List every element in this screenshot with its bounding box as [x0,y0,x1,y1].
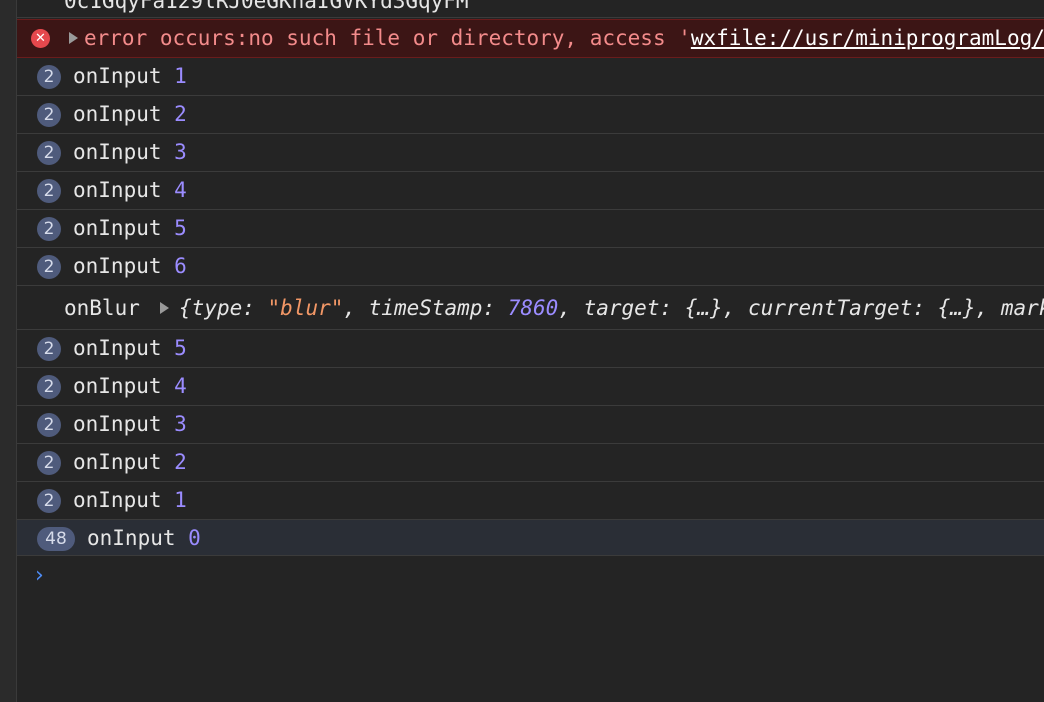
log-message: onInput 3 [73,134,187,171]
object-value-type: "blur" [267,296,344,320]
log-row: 2 onInput 3 [17,406,1044,444]
object-open-brace: { [179,296,192,320]
truncated-log-text: 0c1GqyFa129lRJ0eGKhaIGVKYd3GqyFM [64,0,469,13]
log-label: onInput [73,336,162,360]
repeat-count-badge: 2 [37,451,61,475]
log-value: 3 [174,140,187,164]
log-label: onInput [73,64,162,88]
object-value-timestamp: 7860 [507,296,559,320]
log-message: onInput 4 [73,368,187,405]
event-object-preview[interactable]: {type: "blur", timeStamp: 7860, target: … [179,286,1044,329]
log-message: onInput 2 [73,96,187,133]
log-value: 1 [174,64,187,88]
object-key-timestamp: , timeStamp: [343,296,508,320]
object-rest: , target: {…}, currentTarget: {…}, mark:… [558,296,1044,320]
log-message: onInput 1 [73,482,187,519]
expand-triangle-icon[interactable] [69,32,78,44]
repeat-count-badge: 2 [37,103,61,127]
object-key-type: type: [191,296,268,320]
left-gutter [0,0,17,702]
repeat-count-badge: 2 [37,65,61,89]
log-message: onInput 5 [73,210,187,247]
log-label: onInput [73,216,162,240]
repeat-count-badge: 2 [37,375,61,399]
log-value: 1 [174,488,187,512]
repeat-count-badge: 48 [37,527,75,551]
repeat-count-badge: 2 [37,141,61,165]
log-value: 0 [188,526,201,550]
log-label: onInput [73,450,162,474]
repeat-count-badge: 2 [37,179,61,203]
log-row-selected: 48 onInput 0 [17,519,1044,556]
log-value: 6 [174,254,187,278]
log-row: 2 onInput 5 [17,330,1044,368]
log-label: onInput [73,254,162,278]
expand-object-triangle-icon[interactable] [160,302,169,314]
log-label: onInput [73,488,162,512]
console-panel: 0c1GqyFa129lRJ0eGKhaIGVKYd3GqyFM ✕ error… [17,0,1044,702]
log-label: onInput [73,412,162,436]
repeat-count-badge: 2 [37,489,61,513]
log-message: onInput 3 [73,406,187,443]
log-message: onInput 1 [73,58,187,95]
log-value: 5 [174,216,187,240]
log-message: onInput 2 [73,444,187,481]
repeat-count-badge: 2 [37,217,61,241]
log-message: onInput 5 [73,330,187,367]
log-row: 2 onInput 2 [17,444,1044,482]
log-row: 2 onInput 4 [17,368,1044,406]
truncated-log-line: 0c1GqyFa129lRJ0eGKhaIGVKYd3GqyFM [17,0,1044,18]
error-message: error occurs:no such file or directory, … [84,20,1044,57]
error-file-link[interactable]: wxfile://usr/miniprogramLog/log2 [691,26,1044,50]
log-message: onInput 4 [73,172,187,209]
repeat-count-badge: 2 [37,337,61,361]
repeat-count-badge: 2 [37,413,61,437]
log-value: 4 [174,374,187,398]
log-row: 2 onInput 1 [17,482,1044,520]
blur-log-row: onBlur {type: "blur", timeStamp: 7860, t… [17,286,1044,330]
log-value: 5 [174,336,187,360]
repeat-count-badge: 2 [37,255,61,279]
error-message-text: error occurs:no such file or directory, … [84,26,691,50]
log-label: onInput [73,102,162,126]
blur-label: onBlur [64,296,140,320]
log-value: 3 [174,412,187,436]
log-label: onInput [73,140,162,164]
log-label: onInput [87,526,176,550]
log-row: 2 onInput 4 [17,172,1044,210]
error-icon: ✕ [31,29,50,48]
log-message: onInput 0 [87,520,201,555]
error-log-row[interactable]: ✕ error occurs:no such file or directory… [17,19,1044,58]
log-row: 2 onInput 5 [17,210,1044,248]
log-value: 2 [174,450,187,474]
log-message: onInput 6 [73,248,187,285]
log-label: onInput [73,178,162,202]
log-value: 2 [174,102,187,126]
log-value: 4 [174,178,187,202]
log-row: 2 onInput 1 [17,58,1044,96]
log-row: 2 onInput 6 [17,248,1044,286]
log-row: 2 onInput 3 [17,134,1044,172]
console-prompt-icon[interactable]: › [35,563,44,588]
log-row: 2 onInput 2 [17,96,1044,134]
log-label: onInput [73,374,162,398]
